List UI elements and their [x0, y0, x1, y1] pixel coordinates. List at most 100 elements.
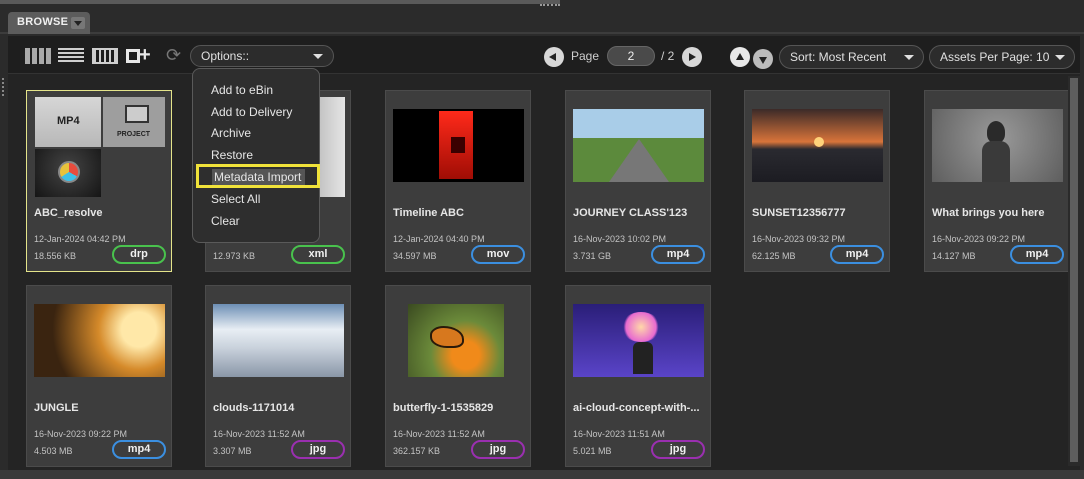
options-menu: Add to eBin Add to Delivery Archive Rest…	[192, 68, 320, 243]
top-strip	[0, 0, 1084, 10]
asset-title: Timeline ABC	[393, 207, 464, 219]
asset-type-badge: xml	[291, 245, 345, 264]
asset-card[interactable]: What brings you here 16-Nov-2023 09:22 P…	[924, 90, 1070, 272]
top-scroll-bar[interactable]	[0, 0, 560, 4]
asset-date: 12-Jan-2024 04:40 PM	[393, 234, 485, 244]
asset-size: 4.503 MB	[34, 446, 73, 456]
asset-size: 18.556 KB	[34, 251, 77, 261]
asset-thumbnail	[573, 304, 704, 377]
asset-thumbnail	[34, 304, 165, 377]
asset-card[interactable]: ai-cloud-concept-with-... 16-Nov-2023 11…	[565, 285, 711, 467]
tab-browse[interactable]: BROWSE	[8, 12, 90, 34]
asset-title: clouds-1171014	[213, 402, 295, 414]
menu-item-select-all[interactable]: Select All	[211, 192, 260, 206]
asset-thumbnail	[408, 304, 504, 377]
next-page-button[interactable]	[682, 47, 702, 67]
caret-down-icon	[904, 55, 914, 60]
asset-type-badge: mp4	[112, 440, 166, 459]
page-total: / 2	[661, 49, 675, 63]
scrollbar-thumb[interactable]	[1070, 78, 1078, 462]
sort-ascending-button[interactable]	[730, 47, 750, 67]
asset-size: 362.157 KB	[393, 446, 441, 456]
asset-thumbnail	[393, 109, 524, 182]
davinci-resolve-icon	[35, 149, 101, 197]
menu-item-add-to-delivery[interactable]: Add to Delivery	[211, 105, 292, 119]
prev-page-button[interactable]	[544, 47, 564, 67]
asset-title: butterfly-1-1535829	[393, 402, 494, 414]
asset-date: 12-Jan-2024 04:42 PM	[34, 234, 126, 244]
asset-title: JOURNEY CLASS'123	[573, 207, 688, 219]
mp4-file-icon: MP4	[35, 97, 101, 147]
asset-thumbnail	[932, 109, 1063, 182]
asset-size: 12.973 KB	[213, 251, 256, 261]
grid-view-icon[interactable]	[25, 48, 51, 64]
asset-size: 14.127 MB	[932, 251, 976, 261]
caret-down-icon	[313, 54, 323, 59]
sort-dropdown[interactable]: Sort: Most Recent	[779, 45, 924, 69]
asset-type-badge: mov	[471, 245, 525, 264]
asset-type-badge: mp4	[651, 245, 705, 264]
refresh-icon[interactable]: ⟳	[166, 46, 181, 64]
asset-date: 16-Nov-2023 09:22 PM	[34, 429, 128, 439]
asset-card[interactable]: SUNSET12356777 16-Nov-2023 09:32 PM 62.1…	[744, 90, 890, 272]
asset-title: ABC_resolve	[34, 207, 103, 219]
bottom-bar	[0, 470, 1084, 479]
vertical-scrollbar[interactable]	[1068, 76, 1080, 466]
asset-size: 34.597 MB	[393, 251, 437, 261]
menu-item-metadata-import[interactable]: Metadata Import	[196, 164, 320, 188]
asset-type-badge: drp	[112, 245, 166, 264]
asset-type-badge: mp4	[1010, 245, 1064, 264]
menu-item-restore[interactable]: Restore	[211, 148, 253, 162]
asset-title: JUNGLE	[34, 402, 79, 414]
menu-item-archive[interactable]: Archive	[211, 126, 251, 140]
asset-type-badge: jpg	[291, 440, 345, 459]
options-label: Options::	[201, 49, 250, 63]
filmstrip-view-icon[interactable]	[92, 48, 118, 64]
sort-descending-button[interactable]	[753, 49, 773, 69]
asset-size: 3.307 MB	[213, 446, 252, 456]
sort-label: Sort: Most Recent	[790, 50, 887, 64]
asset-size: 3.731 GB	[573, 251, 612, 261]
chevron-down-icon[interactable]	[71, 17, 85, 29]
assets-per-page-dropdown[interactable]: Assets Per Page: 10	[929, 45, 1075, 69]
asset-date: 16-Nov-2023 11:52 AM	[213, 429, 305, 439]
project-file-icon: PROJECT	[103, 97, 165, 147]
asset-thumbnail	[213, 304, 344, 377]
side-grip-icon[interactable]	[2, 78, 5, 96]
asset-type-badge: jpg	[651, 440, 705, 459]
asset-date: 16-Nov-2023 10:02 PM	[573, 234, 667, 244]
tab-row: BROWSE	[0, 10, 1084, 34]
page-label: Page	[571, 49, 600, 63]
asset-date: 16-Nov-2023 11:52 AM	[393, 429, 485, 439]
asset-size: 5.021 MB	[573, 446, 612, 456]
asset-card[interactable]: MP4 PROJECT ABC_resolve 12-Jan-2024 04:4…	[26, 90, 172, 272]
asset-date: 16-Nov-2023 11:51 AM	[573, 429, 665, 439]
asset-title: What brings you here	[932, 207, 1045, 219]
asset-card[interactable]: clouds-1171014 16-Nov-2023 11:52 AM 3.30…	[205, 285, 351, 467]
menu-item-label: Metadata Import	[212, 169, 306, 185]
asset-thumbnail	[573, 109, 704, 182]
asset-date: 16-Nov-2023 09:32 PM	[752, 234, 846, 244]
assets-per-page-label: Assets Per Page: 10	[940, 50, 1050, 64]
toolbar: + ⟳ Options:: Page 2 / 2 Sort: Most Rece…	[8, 36, 1080, 74]
asset-title: SUNSET12356777	[752, 207, 846, 219]
add-view-icon[interactable]: +	[126, 45, 152, 65]
asset-card[interactable]: JUNGLE 16-Nov-2023 09:22 PM 4.503 MB mp4	[26, 285, 172, 467]
asset-thumbnail	[752, 109, 883, 182]
asset-card[interactable]: JOURNEY CLASS'123 16-Nov-2023 10:02 PM 3…	[565, 90, 711, 272]
asset-card[interactable]: Timeline ABC 12-Jan-2024 04:40 PM 34.597…	[385, 90, 531, 272]
menu-item-add-to-ebin[interactable]: Add to eBin	[211, 83, 273, 97]
asset-type-badge: mp4	[830, 245, 884, 264]
asset-type-badge: jpg	[471, 440, 525, 459]
tab-browse-label: BROWSE	[17, 16, 69, 28]
menu-item-clear[interactable]: Clear	[211, 214, 240, 228]
resize-grip-icon[interactable]	[540, 4, 560, 8]
list-view-icon[interactable]	[58, 48, 84, 64]
asset-title: ai-cloud-concept-with-...	[573, 402, 700, 414]
options-dropdown[interactable]: Options::	[190, 45, 334, 67]
caret-down-icon	[1055, 55, 1065, 60]
asset-card[interactable]: butterfly-1-1535829 16-Nov-2023 11:52 AM…	[385, 285, 531, 467]
page-number-input[interactable]: 2	[607, 46, 655, 66]
asset-date: 16-Nov-2023 09:22 PM	[932, 234, 1026, 244]
asset-size: 62.125 MB	[752, 251, 796, 261]
